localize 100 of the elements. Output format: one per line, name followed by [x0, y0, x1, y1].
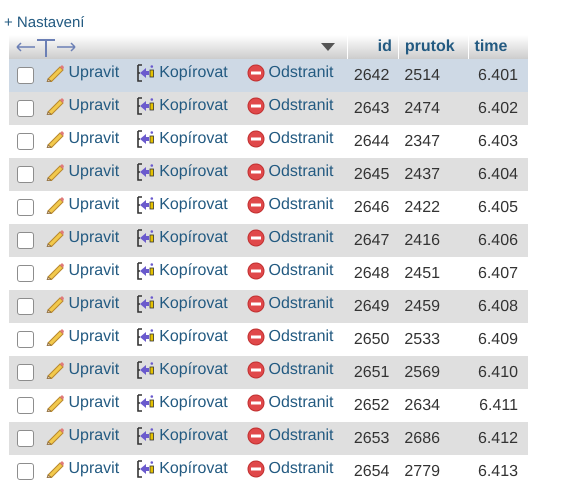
delete-link[interactable]: Odstranit	[246, 196, 334, 214]
copy-icon	[136, 361, 156, 379]
table-cell: 2422	[404, 198, 440, 216]
edit-link[interactable]: Upravit	[44, 196, 120, 214]
row-checkbox[interactable]	[16, 232, 34, 249]
delete-icon	[246, 262, 265, 280]
pencil-icon	[44, 262, 64, 280]
pencil-icon	[44, 229, 64, 247]
delete-icon	[246, 97, 265, 115]
row-checkbox[interactable]	[16, 100, 34, 117]
table-cell: 2644	[354, 132, 390, 150]
table-cell: 2643	[354, 100, 390, 116]
copy-link[interactable]: Kopírovat	[136, 130, 228, 148]
table-cell: 6.404	[478, 166, 518, 182]
delete-icon	[246, 229, 265, 247]
table-cell: 6.408	[478, 298, 518, 314]
table-cell: 6.410	[478, 364, 518, 380]
table-cell: 2779	[404, 462, 440, 480]
edit-link[interactable]: Upravit	[44, 460, 120, 478]
table-cell: 6.402	[478, 100, 518, 116]
table-cell: 2652	[354, 396, 390, 414]
table-cell: 2649	[354, 298, 390, 314]
edit-link[interactable]: Upravit	[44, 130, 120, 148]
copy-icon	[136, 130, 156, 148]
row-checkbox[interactable]	[16, 298, 34, 315]
copy-icon	[136, 295, 156, 313]
table-cell: 6.411	[479, 396, 518, 414]
row-checkbox[interactable]	[16, 396, 34, 414]
row-checkbox[interactable]	[16, 364, 34, 381]
pencil-icon	[44, 295, 64, 313]
delete-link[interactable]: Odstranit	[246, 130, 334, 148]
table-cell: 6.412	[478, 430, 518, 446]
copy-link[interactable]: Kopírovat	[136, 460, 228, 478]
delete-link[interactable]: Odstranit	[246, 262, 334, 280]
copy-icon	[136, 262, 156, 280]
row-checkbox[interactable]	[16, 264, 34, 282]
delete-link[interactable]: Odstranit	[246, 460, 334, 478]
copy-link[interactable]: Kopírovat	[136, 196, 228, 214]
edit-link[interactable]: Upravit	[44, 328, 120, 346]
pencil-icon	[44, 427, 64, 445]
table-cell: 2514	[404, 66, 440, 84]
table-cell: 2650	[354, 330, 390, 348]
edit-link[interactable]: Upravit	[44, 394, 120, 412]
table-cell: 2347	[404, 132, 440, 150]
table-cell: 2437	[404, 166, 440, 182]
pencil-icon	[44, 460, 64, 478]
pencil-icon	[44, 163, 64, 181]
table-cell: 2653	[354, 430, 390, 446]
delete-icon	[246, 394, 265, 412]
copy-icon	[136, 427, 156, 445]
pencil-icon	[44, 394, 64, 412]
pencil-icon	[44, 64, 64, 82]
pencil-icon	[44, 361, 64, 379]
row-checkbox[interactable]	[16, 462, 34, 480]
table-cell: 2634	[404, 396, 440, 414]
table-cell: 2686	[404, 430, 440, 446]
copy-icon	[136, 64, 156, 82]
delete-icon	[246, 295, 265, 313]
copy-link[interactable]: Kopírovat	[136, 328, 228, 346]
copy-link[interactable]: Kopírovat	[136, 394, 228, 412]
delete-icon	[246, 460, 265, 478]
row-checkbox[interactable]	[16, 166, 34, 183]
delete-link[interactable]: Odstranit	[246, 328, 334, 346]
pencil-icon	[44, 130, 64, 148]
delete-icon	[246, 163, 265, 181]
table-cell: 2646	[354, 198, 390, 216]
column-resize-icon[interactable]	[15, 37, 77, 57]
copy-link[interactable]: Kopírovat	[136, 262, 228, 280]
table-cell: 2651	[354, 364, 390, 380]
pencil-icon	[44, 97, 64, 115]
table-cell: 6.405	[478, 198, 518, 216]
delete-icon	[246, 64, 265, 82]
delete-icon	[246, 427, 265, 445]
copy-icon	[136, 163, 156, 181]
table-cell: 2474	[404, 100, 440, 116]
row-checkbox[interactable]	[16, 66, 34, 84]
edit-link[interactable]: Upravit	[44, 262, 120, 280]
delete-link[interactable]: Odstranit	[246, 394, 334, 412]
row-checkbox[interactable]	[16, 198, 34, 216]
delete-icon	[246, 130, 265, 148]
table-cell: 2416	[404, 232, 440, 248]
table-cell: 6.406	[478, 232, 518, 248]
delete-icon	[246, 328, 265, 346]
row-checkbox[interactable]	[16, 430, 34, 447]
table-cell: 6.401	[478, 66, 518, 84]
table-cell: 2647	[354, 232, 390, 248]
dropdown-caret-icon[interactable]	[321, 43, 336, 51]
row-checkbox[interactable]	[16, 132, 34, 150]
row-checkbox[interactable]	[16, 330, 34, 348]
table-cell: 6.413	[478, 462, 518, 480]
table-cell: 2451	[404, 264, 440, 282]
table-cell: 2569	[404, 364, 440, 380]
settings-link[interactable]: + Nastavení	[4, 14, 84, 31]
table-cell: 2648	[354, 264, 390, 282]
table-cell: 2654	[354, 462, 390, 480]
table-cell: 6.409	[478, 330, 518, 348]
pencil-icon	[44, 328, 64, 346]
table-cell: 2459	[404, 298, 440, 314]
pencil-icon	[44, 196, 64, 214]
table-cell: 2533	[404, 330, 440, 348]
